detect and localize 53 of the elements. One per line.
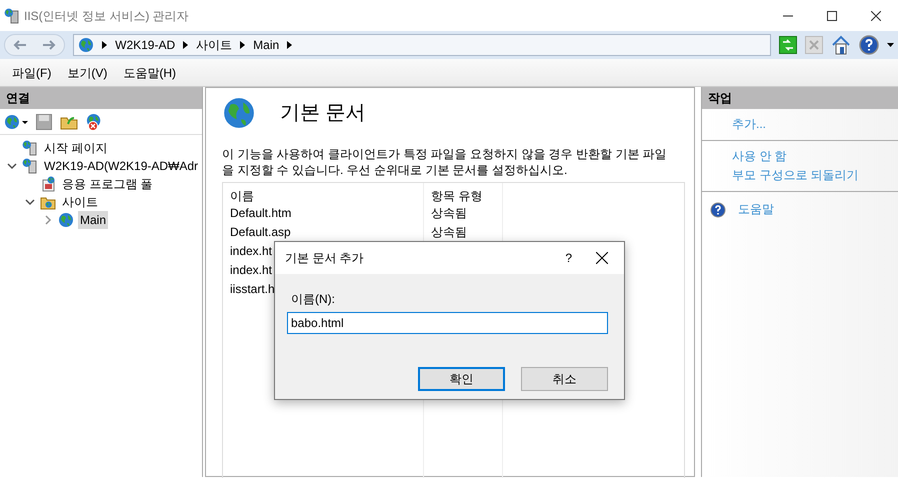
start-page-icon (22, 140, 38, 156)
column-header[interactable]: 항목 유형 (424, 183, 502, 204)
ok-button[interactable]: 확인 (418, 367, 505, 391)
breadcrumb[interactable]: 사이트 (196, 36, 232, 54)
table-cell-text: Default.htm (230, 205, 292, 222)
window-title: IIS(인터넷 정보 서비스) 관리자 (24, 8, 190, 24)
breadcrumb[interactable]: Main (253, 36, 280, 54)
pane-title: 연결 (0, 87, 202, 109)
close-icon[interactable] (596, 252, 608, 264)
tree-item[interactable]: 시작 페이지 (42, 139, 110, 157)
cancel-button[interactable]: 취소 (521, 367, 608, 391)
tree-item[interactable]: 사이트 (60, 193, 100, 211)
chevron-icon[interactable] (102, 41, 108, 49)
app-pool-icon (40, 176, 56, 192)
page-title: 기본 문서 (280, 101, 366, 126)
refresh-icon[interactable] (779, 36, 797, 54)
tree-item[interactable]: W2K19-AD(W2K19-AD₩Adr (42, 157, 200, 175)
chevron-icon[interactable] (240, 41, 246, 49)
globe-icon (222, 96, 256, 130)
table-cell-text: Default.asp (230, 224, 291, 241)
tree-item[interactable]: 응용 프로그램 풀 (60, 175, 155, 193)
tree-item[interactable]: Main (78, 211, 108, 229)
menu-item[interactable]: 보기(V) (59, 64, 116, 82)
menu-item[interactable]: 도움말(H) (115, 64, 184, 82)
table-cell-text: iisstart.h (230, 281, 275, 298)
table-cell-text: index.ht (230, 262, 272, 279)
server-icon (22, 158, 38, 174)
chevron-icon[interactable] (183, 41, 188, 49)
pane-title: 작업 (702, 87, 898, 109)
home-icon[interactable] (831, 35, 851, 55)
globe-icon (58, 212, 74, 228)
globe-icon (78, 37, 94, 53)
chevron-icon[interactable] (287, 41, 292, 49)
table-cell-text: index.ht (230, 243, 272, 260)
breadcrumb[interactable]: W2K19-AD (115, 36, 176, 54)
dialog-title: 기본 문서 추가 (285, 250, 365, 267)
table-cell-text: 상속됨 (430, 224, 467, 241)
menu-item[interactable]: 파일(F) (4, 64, 60, 82)
caret-icon[interactable] (887, 43, 894, 47)
save-icon[interactable] (36, 114, 52, 130)
address-field[interactable]: W2K19-AD 사이트 Main (73, 34, 771, 56)
app-icon (4, 8, 20, 24)
description: 이 기능을 사용하여 클라이언트가 특정 파일을 요청하지 않을 경우 반환할 기본 파일을 지정할 수 있습니다. 우선 순위대로 기본 문서를 설정하십시오. (222, 146, 668, 178)
name-field[interactable]: babo.html (287, 312, 608, 334)
table-cell-text: 상속됨 (430, 205, 467, 222)
maximize-icon[interactable] (827, 10, 837, 20)
column-header[interactable]: 이름 (222, 183, 423, 204)
help-button[interactable]: ? (565, 249, 572, 267)
close-icon[interactable] (871, 10, 881, 20)
field-label: 이름(N): (291, 291, 336, 308)
help-icon[interactable] (859, 35, 879, 55)
help-icon (710, 202, 726, 218)
globe-dropdown-icon[interactable] (4, 114, 28, 130)
